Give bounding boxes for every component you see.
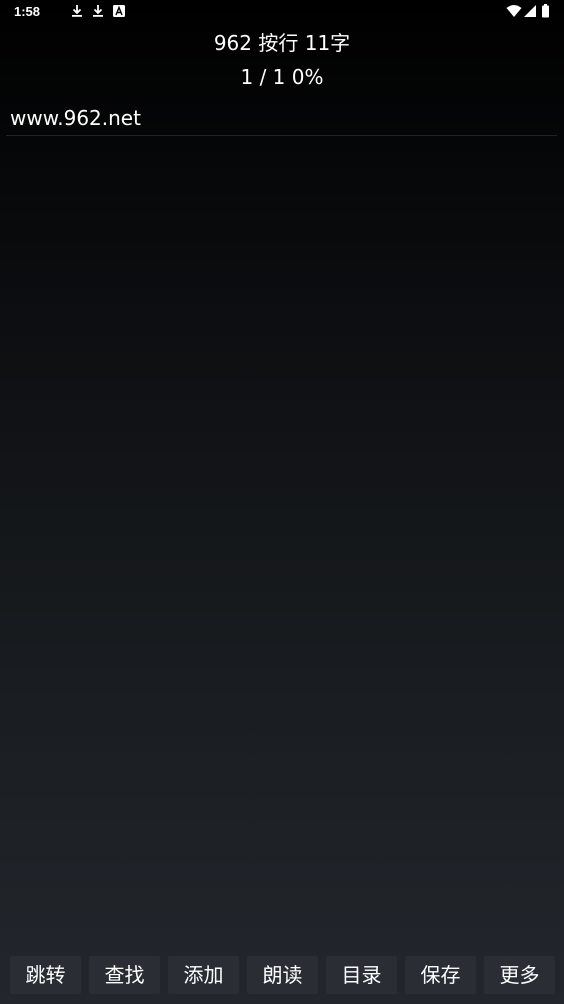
status-time: 1:58 [14, 4, 41, 19]
battery-icon [541, 4, 550, 18]
book-title: 962 按行 11字 [213, 31, 351, 55]
add-button[interactable]: 添加 [168, 956, 239, 994]
more-button[interactable]: 更多 [484, 956, 555, 994]
page-progress: 1 / 1 0% [240, 65, 324, 89]
bottom-toolbar: 跳转 查找 添加 朗读 目录 保存 更多 [0, 956, 564, 996]
signal-icon [523, 4, 537, 18]
text-line: www.962.net [10, 106, 141, 130]
download-icon [70, 4, 84, 18]
read-aloud-button[interactable]: 朗读 [247, 956, 318, 994]
find-button[interactable]: 查找 [89, 956, 160, 994]
status-bar: 1:58 [0, 0, 564, 24]
content-divider [6, 135, 557, 136]
jump-button[interactable]: 跳转 [10, 956, 81, 994]
save-button[interactable]: 保存 [405, 956, 476, 994]
contents-button[interactable]: 目录 [326, 956, 397, 994]
download-icon [91, 4, 105, 18]
reader-header: 962 按行 11字 1 / 1 0% [0, 28, 564, 92]
wifi-icon [506, 4, 522, 18]
app-notification-icon [112, 4, 126, 18]
